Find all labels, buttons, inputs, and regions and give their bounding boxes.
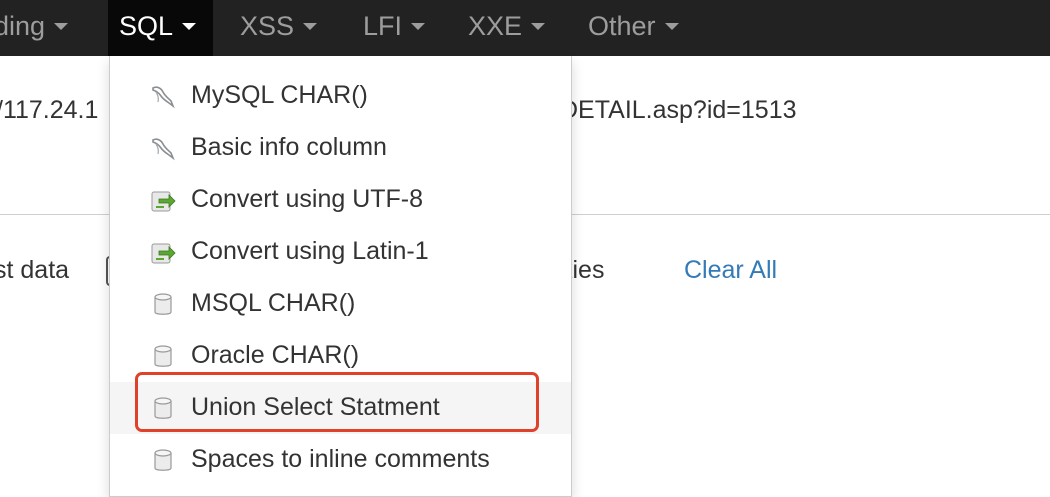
menu-item-label: Convert using Latin-1	[191, 237, 429, 265]
convert-icon	[151, 243, 176, 264]
nav-menu-xss[interactable]: XSS	[240, 0, 318, 56]
database-icon	[154, 449, 172, 471]
nav-menu-label: XSS	[240, 11, 295, 41]
nav-menu-label: LFI	[363, 11, 403, 41]
chevron-down-icon	[411, 22, 426, 30]
url-text-left: /117.24.1	[0, 96, 99, 124]
convert-icon	[151, 191, 176, 212]
menu-item-spaces-to-inline-comments[interactable]: Spaces to inline comments	[110, 434, 571, 486]
chevron-down-icon	[303, 22, 318, 30]
menu-item-mysql-char[interactable]: MySQL CHAR()	[110, 70, 571, 122]
nav-menu-label: SQL	[119, 11, 174, 41]
nav-menu-label: XXE	[468, 11, 523, 41]
post-data-label: st data	[0, 256, 70, 284]
nav-menu-xxe[interactable]: XXE	[468, 0, 546, 56]
menu-item-label: Convert using UTF-8	[191, 185, 424, 213]
clear-all-link[interactable]: Clear All	[684, 254, 777, 286]
annotation-highlight-box	[135, 372, 539, 432]
database-icon	[154, 293, 172, 315]
database-icon	[154, 345, 172, 367]
menu-item-convert-utf8[interactable]: Convert using UTF-8	[110, 174, 571, 226]
nav-menu-other[interactable]: Other	[588, 0, 679, 56]
nav-menu-label: Other	[588, 11, 656, 41]
menu-item-label: Basic info column	[191, 133, 387, 161]
top-navbar: ding SQL XSS LFI XXE Other	[0, 0, 1050, 56]
nav-menu-lfi[interactable]: LFI	[363, 0, 426, 56]
mysql-dolphin-icon	[152, 138, 175, 161]
chevron-down-icon	[664, 22, 679, 30]
mysql-dolphin-icon	[152, 86, 175, 109]
menu-item-basic-info-column[interactable]: Basic info column	[110, 122, 571, 174]
url-text-right: DETAIL.asp?id=1513	[560, 96, 797, 124]
menu-item-label: Spaces to inline comments	[191, 445, 490, 473]
chevron-down-icon	[531, 22, 546, 30]
menu-item-msql-char[interactable]: MSQL CHAR()	[110, 278, 571, 330]
menu-item-label: MSQL CHAR()	[191, 289, 356, 317]
nav-menu-sql[interactable]: SQL	[108, 0, 214, 56]
nav-menu-label: ding	[0, 11, 46, 41]
menu-item-label: MySQL CHAR()	[191, 81, 368, 109]
menu-item-label: Oracle CHAR()	[191, 341, 360, 369]
chevron-down-icon	[182, 22, 197, 30]
nav-menu-encoding[interactable]: ding	[0, 0, 82, 56]
menu-item-convert-latin1[interactable]: Convert using Latin-1	[110, 226, 571, 278]
chevron-down-icon	[54, 22, 69, 30]
